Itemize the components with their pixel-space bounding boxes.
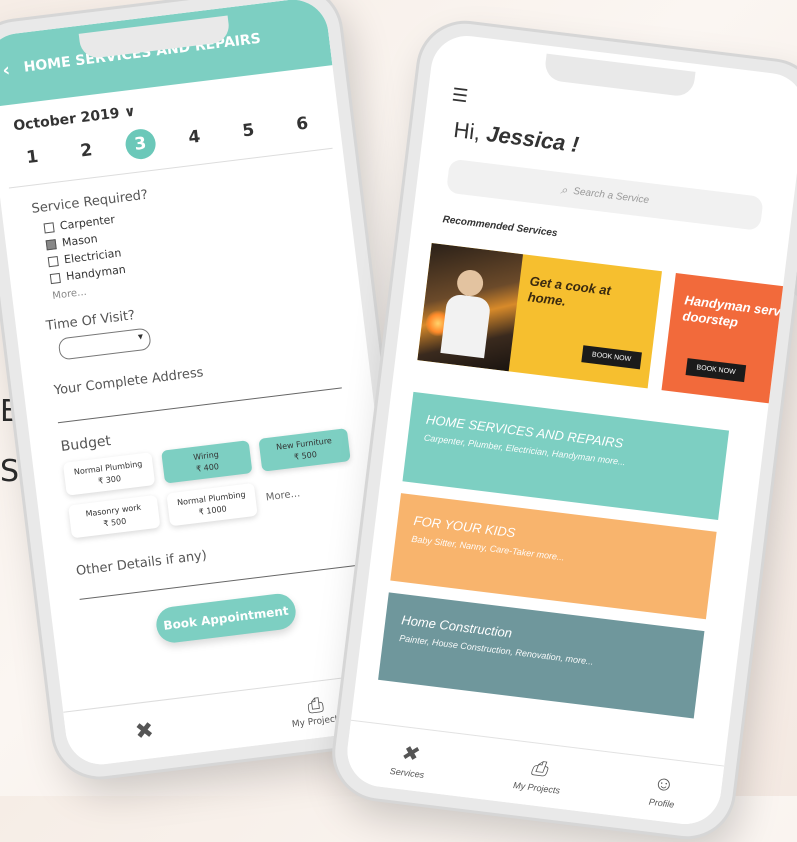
time-select[interactable]: [57, 327, 152, 361]
date-item[interactable]: 5: [232, 114, 265, 147]
nav-profile[interactable]: ☺ Profile: [648, 771, 678, 810]
book-now-button[interactable]: BOOK NOW: [581, 345, 642, 370]
nav-label: My Projects: [291, 713, 344, 730]
tools-icon: ✖: [399, 741, 420, 766]
date-item-selected[interactable]: 3: [123, 127, 158, 161]
date-item[interactable]: 2: [70, 134, 103, 167]
promo-card-handyman[interactable]: Handyman services at your doorstep BOOK …: [661, 273, 797, 419]
greeting-prefix: Hi,: [452, 116, 489, 146]
promo-card-cook[interactable]: Get a cook at home. BOOK NOW: [417, 243, 662, 389]
chef-photo: [417, 243, 524, 372]
profile-icon: ☺: [652, 771, 676, 797]
nav-services[interactable]: ✖ Services: [389, 739, 428, 780]
nav-my-projects[interactable]: ⎙ My Projects: [289, 690, 344, 730]
budget-chip-selected[interactable]: Wiring ₹ 400: [160, 440, 253, 484]
recommended-services-label: Recommended Services: [441, 214, 559, 240]
background-caption-2: S: [0, 454, 21, 489]
budget-chip[interactable]: Masonry work ₹ 500: [68, 494, 161, 539]
home-screen: ☰ Hi, Jessica ! ⌕ Search a Service Recomm…: [343, 31, 797, 829]
book-now-button[interactable]: BOOK NOW: [685, 358, 747, 383]
promo-text: Get a cook at home.: [526, 273, 612, 310]
service-label: Handyman: [65, 262, 127, 284]
nav-label: Profile: [648, 796, 675, 810]
date-item[interactable]: 4: [178, 121, 211, 154]
promo-text: Handyman services at your doorstep: [681, 292, 797, 331]
checkbox-icon[interactable]: [49, 272, 61, 284]
menu-icon[interactable]: ☰: [451, 84, 469, 107]
projects-icon: ⎙: [306, 692, 325, 718]
nav-label: My Projects: [512, 779, 561, 796]
user-name: Jessica !: [484, 120, 581, 158]
budget-more-link[interactable]: More...: [265, 482, 354, 503]
nav-label: Services: [389, 765, 425, 780]
service-label: Carpenter: [59, 212, 116, 233]
checkbox-icon[interactable]: [47, 255, 59, 267]
tools-icon: ✖: [133, 717, 156, 745]
budget-chip-selected[interactable]: New Furniture ₹ 500: [258, 428, 351, 472]
phone-notch: [543, 53, 696, 98]
recommended-carousel: Get a cook at home. BOOK NOW Handyman se…: [417, 243, 797, 421]
other-details-label: Other Details if any): [75, 548, 208, 580]
date-item[interactable]: 6: [286, 108, 319, 141]
budget-chip[interactable]: Normal Plumbing ₹ 1000: [166, 482, 259, 527]
nav-services[interactable]: ✖: [134, 717, 155, 744]
date-item[interactable]: 1: [16, 141, 49, 174]
right-phone: ☰ Hi, Jessica ! ⌕ Search a Service Recomm…: [329, 18, 797, 842]
budget-chip[interactable]: Normal Plumbing ₹ 300: [62, 452, 155, 496]
address-label: Your Complete Address: [53, 365, 205, 399]
greeting: Hi, Jessica !: [452, 117, 580, 158]
nav-my-projects[interactable]: ⎙ My Projects: [512, 755, 564, 796]
checkbox-checked-icon[interactable]: [45, 238, 57, 250]
search-placeholder: Search a Service: [572, 185, 650, 206]
search-icon: ⌕: [559, 181, 569, 197]
service-label: Mason: [61, 232, 99, 250]
projects-icon: ⎙: [529, 756, 549, 781]
back-arrow-icon[interactable]: ‹: [1, 59, 11, 81]
book-appointment-button[interactable]: Book Appointment: [154, 591, 298, 645]
checkbox-icon[interactable]: [43, 221, 55, 233]
bottom-nav: ✖ Services ⎙ My Projects ☺ Profile: [343, 719, 725, 829]
